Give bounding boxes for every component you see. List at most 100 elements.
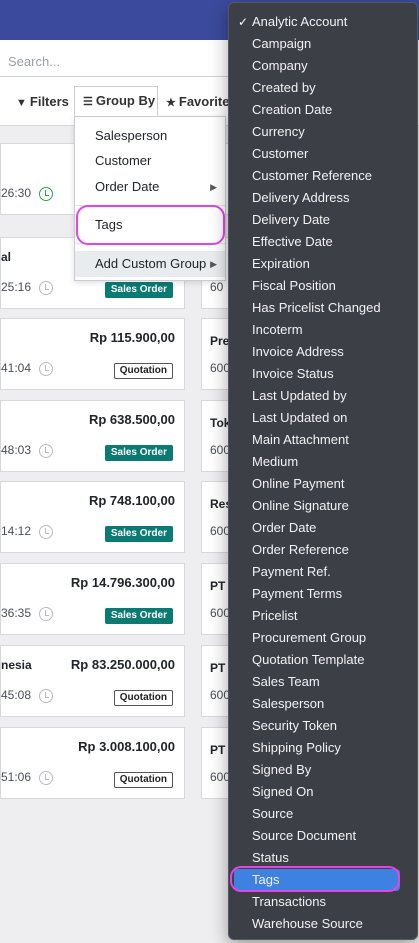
custom-group-option[interactable]: Transactions: [229, 891, 417, 913]
custom-group-option[interactable]: Invoice Address: [229, 341, 417, 363]
card-amount: Rp 14.796.300,00: [70, 575, 175, 590]
custom-group-option[interactable]: Online Signature: [229, 495, 417, 517]
group-by-order-date[interactable]: Order Date ▶: [75, 175, 225, 199]
order-card[interactable]: nesia Rp 83.250.000,00 45:08 Quotation: [0, 645, 185, 717]
group-by-customer[interactable]: Customer: [75, 149, 225, 173]
status-badge: Sales Order: [104, 445, 173, 461]
custom-group-option[interactable]: Delivery Address: [229, 187, 417, 209]
option-label: Signed By: [252, 762, 312, 777]
custom-group-option[interactable]: Campaign: [229, 33, 417, 55]
clock-icon[interactable]: [39, 187, 53, 201]
group-by-salesperson[interactable]: Salesperson: [75, 124, 225, 148]
custom-group-option[interactable]: Warehouse Source: [229, 913, 417, 935]
custom-group-option[interactable]: Delivery Date: [229, 209, 417, 231]
option-label: Payment Terms: [252, 586, 343, 601]
card-customer: PT: [210, 743, 226, 757]
custom-group-option[interactable]: Signed On: [229, 781, 417, 803]
custom-group-option[interactable]: Security Token: [229, 715, 417, 737]
card-time: 45:08: [1, 688, 32, 702]
custom-group-dropdown[interactable]: ✓ Analytic Account Campaign Company Created …: [228, 2, 418, 940]
group-by-button[interactable]: ☰ Group By: [74, 86, 158, 116]
star-icon: ★: [166, 97, 176, 109]
order-card[interactable]: Rp 14.796.300,00 36:35 Sales Order: [0, 563, 185, 635]
custom-group-option[interactable]: Medium: [229, 451, 417, 473]
clock-icon[interactable]: [39, 444, 53, 458]
option-label: Security Token: [252, 718, 338, 733]
menu-item-label: Add Custom Group: [95, 256, 207, 271]
menu-item-label: Customer: [95, 153, 152, 168]
clock-icon[interactable]: [39, 362, 53, 376]
custom-group-option[interactable]: Payment Ref.: [229, 561, 417, 583]
custom-group-option[interactable]: Customer: [229, 143, 417, 165]
custom-group-option[interactable]: Order Reference: [229, 539, 417, 561]
custom-group-option[interactable]: Created by: [229, 77, 417, 99]
clock-icon[interactable]: [39, 689, 53, 703]
option-label: Delivery Date: [252, 212, 331, 227]
clock-icon[interactable]: [39, 771, 53, 785]
custom-group-option[interactable]: ✓ Analytic Account: [229, 11, 417, 33]
card-amount: Rp 638.500,00: [88, 412, 175, 427]
card-time: 48:03: [1, 443, 32, 457]
custom-group-option[interactable]: Creation Date: [229, 99, 417, 121]
custom-group-option[interactable]: Has Pricelist Changed: [229, 297, 417, 319]
filters-button[interactable]: ▼ Filters: [16, 88, 69, 116]
custom-group-option[interactable]: Payment Terms: [229, 583, 417, 605]
menu-item-label: Order Date: [95, 179, 160, 194]
option-label: Quotation Template: [252, 652, 365, 667]
group-by-menu: Salesperson Customer Order Date ▶ Tags Ad…: [74, 116, 226, 281]
custom-group-option[interactable]: Quotation Template: [229, 649, 417, 671]
highlight-annotation: [230, 866, 400, 892]
order-card[interactable]: Rp 638.500,00 48:03 Sales Order: [0, 400, 185, 472]
custom-group-option[interactable]: Last Updated by: [229, 385, 417, 407]
menu-item-label: Salesperson: [95, 128, 168, 143]
order-card[interactable]: Rp 3.008.100,00 51:06 Quotation: [0, 727, 185, 799]
custom-group-option[interactable]: Pricelist: [229, 605, 417, 627]
option-label: Source Document: [252, 828, 357, 843]
caret-right-icon: ▶: [210, 259, 217, 269]
custom-group-option[interactable]: Source: [229, 803, 417, 825]
status-badge: Sales Order: [104, 526, 173, 542]
clock-icon[interactable]: [39, 525, 53, 539]
custom-group-option[interactable]: Expiration: [229, 253, 417, 275]
custom-group-option[interactable]: Incoterm: [229, 319, 417, 341]
group-by-label: Group By: [95, 93, 156, 108]
card-time: 36:35: [1, 606, 32, 620]
custom-group-option[interactable]: Online Payment: [229, 473, 417, 495]
add-custom-group[interactable]: Add Custom Group ▶: [75, 251, 225, 277]
custom-group-option[interactable]: Last Updated on: [229, 407, 417, 429]
status-badge: Sales Order: [104, 282, 173, 298]
custom-group-option[interactable]: Company: [229, 55, 417, 77]
option-label: Medium: [252, 454, 299, 469]
custom-group-option[interactable]: Salesperson: [229, 693, 417, 715]
custom-group-option[interactable]: Currency: [229, 121, 417, 143]
search-input[interactable]: [0, 47, 240, 77]
custom-group-option[interactable]: Invoice Status: [229, 363, 417, 385]
clock-icon[interactable]: [39, 281, 53, 295]
card-customer: PT: [210, 661, 226, 675]
option-label: Salesperson: [252, 696, 325, 711]
card-customer: al: [1, 250, 12, 264]
option-label: Signed On: [252, 784, 314, 799]
order-card[interactable]: Rp 748.100,00 14:12 Sales Order: [0, 481, 185, 553]
option-label: Analytic Account: [252, 14, 348, 29]
option-label: Created by: [252, 80, 316, 95]
filter-icon: ▼: [16, 97, 27, 109]
clock-icon[interactable]: [39, 607, 53, 621]
custom-group-option[interactable]: Sales Team: [229, 671, 417, 693]
custom-group-option[interactable]: Procurement Group: [229, 627, 417, 649]
custom-group-option[interactable]: Shipping Policy: [229, 737, 417, 759]
custom-group-option[interactable]: Order Date: [229, 517, 417, 539]
custom-group-option[interactable]: Main Attachment: [229, 429, 417, 451]
custom-group-option[interactable]: Fiscal Position: [229, 275, 417, 297]
favorites-button[interactable]: ★ Favorite: [166, 88, 229, 116]
custom-group-option[interactable]: Source Document: [229, 825, 417, 847]
card-amount: Rp 748.100,00: [88, 493, 175, 508]
option-label: Last Updated by: [252, 388, 347, 403]
option-label: Creation Date: [252, 102, 333, 117]
custom-group-option[interactable]: Signed By: [229, 759, 417, 781]
custom-group-option[interactable]: Customer Reference: [229, 165, 417, 187]
custom-group-option[interactable]: Effective Date: [229, 231, 417, 253]
status-badge: Quotation: [113, 772, 173, 788]
caret-right-icon: ▶: [210, 182, 217, 192]
order-card[interactable]: Rp 115.900,00 41:04 Quotation: [0, 318, 185, 390]
